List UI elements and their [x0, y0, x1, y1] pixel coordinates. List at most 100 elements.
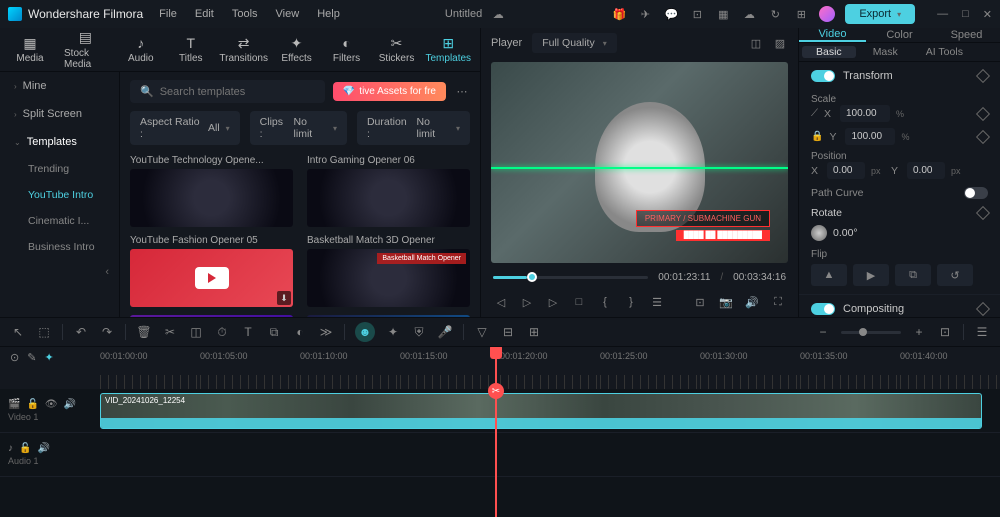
prop-tab-speed[interactable]: Speed	[933, 28, 1000, 42]
mark-in-button[interactable]: {	[597, 294, 613, 310]
marker-edit-icon[interactable]: ✎	[27, 351, 36, 364]
search-box[interactable]: 🔍	[130, 80, 325, 103]
sub-tab-ai-tools[interactable]: AI Tools	[912, 43, 977, 61]
snapshot-icon[interactable]: ▨	[772, 35, 788, 51]
transform-toggle[interactable]	[811, 70, 835, 82]
video-clip[interactable]: VID_20241026_12254	[100, 393, 982, 429]
lock-icon[interactable]: ⟋	[811, 108, 818, 119]
track-lock-icon[interactable]: 🔓	[26, 399, 38, 410]
maximize-button[interactable]: □	[962, 8, 969, 21]
speed-icon[interactable]: ⏱	[214, 324, 230, 340]
delete-icon[interactable]: 🗑	[136, 324, 152, 340]
cloud-icon[interactable]: ☁	[741, 6, 757, 22]
text-icon[interactable]: T	[240, 324, 256, 340]
sidebar-sub-business[interactable]: Business Intro	[0, 234, 119, 260]
fullscreen-icon[interactable]: ⛶	[770, 294, 786, 310]
list-icon[interactable]: ☰	[649, 294, 665, 310]
settings-icon[interactable]: ☰	[974, 324, 990, 340]
menu-tools[interactable]: Tools	[232, 8, 258, 20]
tab-templates[interactable]: ⊞Templates	[423, 31, 474, 68]
playhead[interactable]	[495, 347, 497, 517]
keyframe-icon[interactable]	[976, 302, 990, 316]
close-button[interactable]: ✕	[983, 8, 992, 21]
template-card[interactable]: YouTube Fashion Opener 05⬇	[130, 235, 293, 307]
menu-view[interactable]: View	[276, 8, 300, 20]
display-icon[interactable]: ⊡	[692, 294, 708, 310]
more-tools-icon[interactable]: ≫	[318, 324, 334, 340]
shield-icon[interactable]: ⛨	[411, 324, 427, 340]
media-icon[interactable]: ▦	[715, 6, 731, 22]
audio-track-icon[interactable]: ♪	[8, 443, 13, 454]
volume-icon[interactable]: 🔊	[744, 294, 760, 310]
grid-icon[interactable]: ⊞	[526, 324, 542, 340]
play-button[interactable]: ▷	[519, 294, 535, 310]
keyframe-icon[interactable]	[976, 206, 990, 220]
preview-video[interactable]: PRIMARY / SUBMACHINE GUN ████ ██ ███████…	[491, 62, 788, 263]
tab-media[interactable]: ▦Media	[6, 31, 54, 68]
zoom-out-icon[interactable]: −	[815, 324, 831, 340]
scale-x-input[interactable]	[840, 105, 890, 122]
track-icon[interactable]: ⊟	[500, 324, 516, 340]
flip-vertical-button[interactable]: ▶	[853, 264, 889, 286]
zoom-fit-icon[interactable]: ⊡	[937, 324, 953, 340]
select-tool-icon[interactable]: ⬚	[36, 324, 52, 340]
color-icon[interactable]: ◐	[292, 324, 308, 340]
more-icon[interactable]: ⋯	[454, 84, 470, 100]
track-mute-icon[interactable]: 🔊	[37, 443, 49, 454]
track-mute-icon[interactable]: 🔊	[64, 399, 76, 410]
sub-tab-mask[interactable]: Mask	[859, 43, 912, 61]
ai-tool-icon[interactable]: ☻	[355, 322, 375, 342]
search-input[interactable]	[160, 86, 315, 98]
monitor-icon[interactable]: ⊡	[689, 6, 705, 22]
tab-titles[interactable]: TTitles	[167, 31, 215, 68]
pathcurve-toggle[interactable]	[964, 187, 988, 199]
marker-home-icon[interactable]: ⊙	[10, 351, 19, 364]
chat-icon[interactable]: 💬	[663, 6, 679, 22]
progress-bar[interactable]	[493, 276, 648, 279]
refresh-icon[interactable]: ↻	[767, 6, 783, 22]
quality-dropdown[interactable]: Full Quality▾	[532, 33, 617, 53]
redo-icon[interactable]: ↷	[99, 324, 115, 340]
mic-icon[interactable]: 🎤	[437, 324, 453, 340]
pointer-tool-icon[interactable]: ↖	[10, 324, 26, 340]
account-avatar[interactable]	[819, 6, 835, 22]
keyframe-icon[interactable]	[976, 69, 990, 83]
template-card[interactable]: GREAT_DAY	[130, 315, 293, 317]
cut-marker-icon[interactable]: ✂	[488, 383, 504, 399]
tab-audio[interactable]: ♪Audio	[117, 31, 165, 68]
filter-aspect-ratio[interactable]: Aspect Ratio : All ▾	[130, 111, 240, 145]
stop-button[interactable]: □	[571, 294, 587, 310]
sidebar-item-split-screen[interactable]: ›Split Screen	[0, 100, 119, 128]
marker-star-icon[interactable]: ✦	[44, 351, 53, 364]
sidebar-item-mine[interactable]: ›Mine	[0, 72, 119, 100]
compositing-toggle[interactable]	[811, 303, 835, 315]
template-card[interactable]: Basketball Match 3D OpenerBasketball Mat…	[307, 235, 470, 307]
prev-frame-button[interactable]: ◁	[493, 294, 509, 310]
flip-copy-button[interactable]: ⧉	[895, 264, 931, 286]
copy-icon[interactable]: ⧉	[266, 324, 282, 340]
mark-out-button[interactable]: }	[623, 294, 639, 310]
track-lock-icon[interactable]: 🔓	[19, 443, 31, 454]
template-card[interactable]: YouTube Technology Opene...	[130, 155, 293, 227]
position-y-input[interactable]	[907, 162, 945, 179]
tab-transitions[interactable]: ⇄Transitions	[217, 31, 271, 68]
position-x-input[interactable]	[827, 162, 865, 179]
sidebar-item-templates[interactable]: ⌄Templates	[0, 128, 119, 156]
lock-icon[interactable]: 🔒	[811, 131, 823, 142]
send-icon[interactable]: ✈	[637, 6, 653, 22]
menu-edit[interactable]: Edit	[195, 8, 214, 20]
cut-icon[interactable]: ✂	[162, 324, 178, 340]
timeline-ruler[interactable]: ⊙ ✎ ✦ 00:01:00:00 00:01:05:00 00:01:10:0…	[0, 347, 1000, 389]
export-button[interactable]: Export▾	[845, 4, 915, 24]
crop-icon[interactable]: ◫	[188, 324, 204, 340]
capture-icon[interactable]: 📷	[718, 294, 734, 310]
sidebar-sub-cinematic[interactable]: Cinematic I...	[0, 208, 119, 234]
track-visibility-icon[interactable]: 👁	[45, 399, 58, 410]
menu-file[interactable]: File	[159, 8, 177, 20]
template-card[interactable]: Intro Gaming Opener 06	[307, 155, 470, 227]
enhance-icon[interactable]: ✦	[385, 324, 401, 340]
prop-tab-video[interactable]: Video	[799, 28, 866, 42]
zoom-slider[interactable]	[841, 331, 901, 334]
sub-tab-basic[interactable]: Basic	[802, 46, 856, 58]
promo-badge[interactable]: 💎tive Assets for fre	[333, 82, 446, 101]
